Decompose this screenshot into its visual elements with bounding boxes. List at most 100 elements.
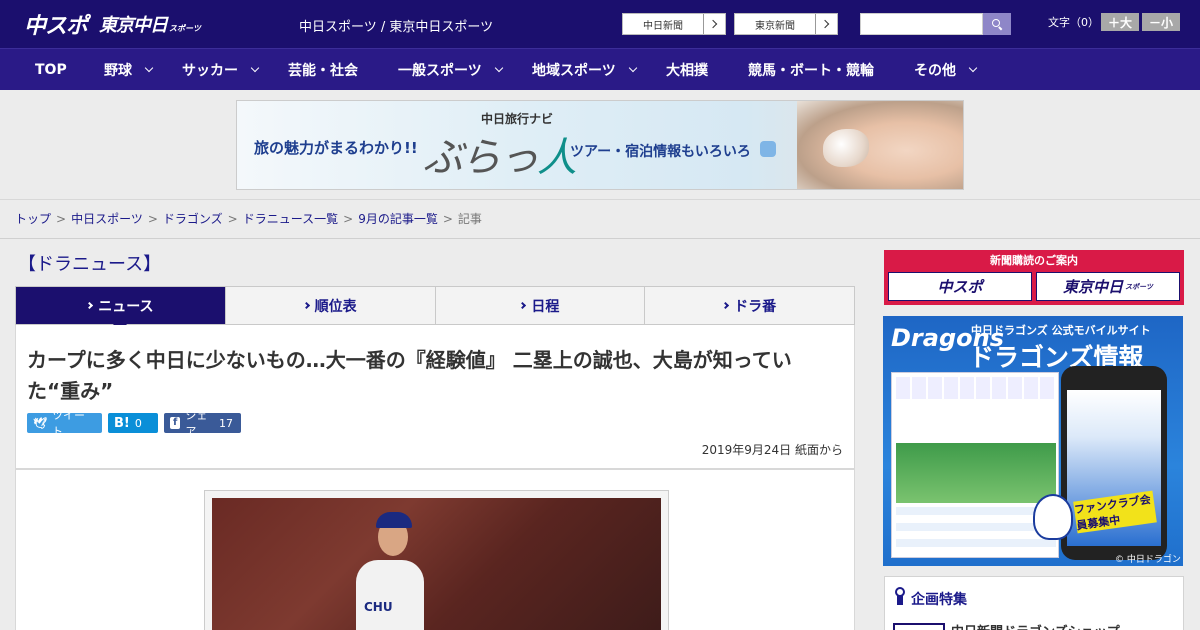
breadcrumb-chunichi-sports[interactable]: 中日スポーツ bbox=[71, 212, 143, 226]
nav-item-entertainment[interactable]: 芸能・社会 bbox=[288, 49, 358, 91]
logo-chuspo: 中スポ bbox=[24, 14, 88, 39]
nav-item-top[interactable]: TOP bbox=[35, 49, 67, 91]
paper-name: 東京中日 bbox=[1063, 278, 1124, 296]
breadcrumb-separator: > bbox=[147, 212, 158, 226]
section-title: 【ドラニュース】 bbox=[18, 254, 162, 275]
font-smaller-button[interactable]: －小 bbox=[1142, 13, 1180, 31]
twitter-bird-icon: 🕊 bbox=[33, 416, 47, 430]
breadcrumb-dragons[interactable]: ドラゴンズ bbox=[163, 212, 223, 226]
breadcrumb-top[interactable]: トップ bbox=[15, 212, 51, 226]
paper-link-label: 中日新聞 bbox=[643, 20, 683, 32]
tab-dora-ban[interactable]: ドラ番 bbox=[645, 287, 854, 324]
article-header: カープに多く中日に少ないもの…大一番の『経験値』 二塁上の誠也、大島が知っていた… bbox=[15, 325, 855, 469]
article-photo[interactable]: CHU bbox=[212, 498, 661, 630]
chevron-right-icon bbox=[722, 301, 730, 310]
breadcrumb-separator: > bbox=[343, 212, 354, 226]
chevron-right-icon bbox=[86, 301, 94, 310]
breadcrumb-september-list[interactable]: 9月の記事一覧 bbox=[358, 212, 438, 226]
nav-item-sumo[interactable]: 大相撲 bbox=[666, 49, 708, 91]
search-input[interactable] bbox=[860, 13, 983, 35]
facebook-label: シェア bbox=[185, 409, 208, 438]
nav-label: 野球 bbox=[104, 63, 132, 79]
tab-standings[interactable]: 順位表 bbox=[226, 287, 436, 324]
paper-name-small: スポーツ bbox=[1125, 282, 1153, 291]
section-tabs: ニュース 順位表 日程 ドラ番 bbox=[15, 286, 855, 332]
nav-item-general-sports[interactable]: 一般スポーツ bbox=[398, 49, 503, 91]
mascot-image bbox=[1033, 494, 1073, 540]
seashell-image bbox=[823, 129, 869, 167]
banner-brand-logo: ぶらっ人 bbox=[423, 135, 577, 181]
hatena-count: 0 bbox=[134, 416, 142, 430]
tab-label: 順位表 bbox=[314, 298, 357, 315]
site-header: 中スポ 東京中日 スポーツ 中日スポーツ / 東京中日スポーツ 中日新聞 東京新聞… bbox=[0, 0, 1200, 48]
paper-link-label: 東京新聞 bbox=[755, 20, 795, 32]
subscribe-chuspo-button[interactable]: 中スポ bbox=[888, 272, 1032, 301]
hatena-bookmark-button[interactable]: B! 0 bbox=[108, 413, 158, 433]
nav-label: サッカー bbox=[182, 63, 238, 79]
site-title[interactable]: 中日スポーツ / 東京中日スポーツ bbox=[299, 16, 493, 35]
banner-photo bbox=[797, 101, 963, 189]
font-larger-button[interactable]: ＋大 bbox=[1101, 13, 1139, 31]
banner-left-text: 旅の魅力がまるわかり!! bbox=[254, 139, 418, 157]
ad-scoreboard bbox=[896, 377, 1056, 399]
search-box bbox=[860, 13, 1011, 35]
facebook-icon: f bbox=[170, 417, 181, 429]
player-cap bbox=[376, 512, 412, 528]
main-nav: TOP 野球 サッカー 芸能・社会 一般スポーツ 地域スポーツ 大相撲 競馬・ボ… bbox=[0, 48, 1200, 90]
tokyo-shimbun-link[interactable]: 東京新聞 bbox=[734, 13, 838, 35]
nav-label: 一般スポーツ bbox=[398, 63, 482, 79]
nav-label: その他 bbox=[914, 63, 956, 79]
subscription-box: 新聞購読のご案内 中スポ 東京中日 スポーツ bbox=[884, 250, 1184, 305]
dragons-mobile-ad[interactable]: Dragons 中日ドラゴンズ 公式モバイルサイト ドラゴンズ情報 ファンクラブ… bbox=[883, 316, 1183, 566]
ad-baseball-field bbox=[896, 443, 1056, 503]
nav-label: TOP bbox=[35, 62, 67, 78]
chevron-down-icon bbox=[628, 63, 637, 73]
nav-item-others[interactable]: その他 bbox=[914, 49, 978, 91]
nav-label: 大相撲 bbox=[666, 63, 708, 79]
breadcrumb-dra-news-list[interactable]: ドラニュース一覧 bbox=[243, 212, 338, 226]
chevron-down-icon bbox=[144, 63, 154, 73]
nav-label: 地域スポーツ bbox=[532, 63, 616, 79]
hatena-icon: B! bbox=[114, 415, 130, 431]
breadcrumb-separator: > bbox=[227, 212, 238, 226]
site-logo[interactable]: 中スポ 東京中日 スポーツ bbox=[24, 9, 201, 39]
chevron-down-icon bbox=[494, 63, 503, 73]
ad-credit: © 中日ドラゴンズ bbox=[1115, 555, 1181, 565]
font-size-label: 文字（0） bbox=[1048, 16, 1099, 29]
pointing-hand-icon bbox=[760, 141, 776, 157]
tweet-button[interactable]: 🕊 ツイート bbox=[27, 409, 102, 438]
ribbon-icon bbox=[895, 587, 905, 605]
feature-box: 企画特集 中日新聞ドラゴンズショップ bbox=[884, 576, 1184, 630]
nav-item-regional-sports[interactable]: 地域スポーツ bbox=[532, 49, 637, 91]
search-button[interactable] bbox=[983, 13, 1011, 35]
player-figure bbox=[356, 560, 424, 630]
article-date: 2019年9月24日 紙面から bbox=[701, 443, 843, 457]
tab-schedule[interactable]: 日程 bbox=[436, 287, 646, 324]
player-jersey-text: CHU bbox=[364, 600, 393, 614]
chevron-right-icon bbox=[703, 14, 725, 34]
tab-label: ニュース bbox=[98, 298, 154, 315]
breadcrumb: トップ > 中日スポーツ > ドラゴンズ > ドラニュース一覧 >9月の記事一覧 > 記事 bbox=[15, 210, 482, 227]
nav-item-soccer[interactable]: サッカー bbox=[182, 49, 260, 91]
search-icon bbox=[991, 18, 1003, 30]
subscribe-tokyo-chunichi-button[interactable]: 東京中日 スポーツ bbox=[1036, 272, 1180, 301]
breadcrumb-separator: > bbox=[442, 212, 453, 226]
nav-item-baseball[interactable]: 野球 bbox=[104, 49, 154, 91]
feature-thumbnail[interactable] bbox=[893, 623, 945, 630]
breadcrumb-current: 記事 bbox=[457, 212, 482, 226]
tab-news[interactable]: ニュース bbox=[16, 287, 226, 332]
chevron-right-icon bbox=[519, 301, 527, 310]
feature-item-link[interactable]: 中日新聞ドラゴンズショップ bbox=[951, 621, 1120, 630]
tab-label: 日程 bbox=[531, 298, 560, 315]
chunichi-shimbun-link[interactable]: 中日新聞 bbox=[622, 13, 726, 35]
travel-ad-banner[interactable]: 旅の魅力がまるわかり!! 中日旅行ナビ ぶらっ人 ツアー・宿泊情報もいろいろ bbox=[236, 100, 964, 190]
chevron-down-icon bbox=[968, 63, 978, 73]
article-headline: カープに多く中日に少ないもの…大一番の『経験値』 二塁上の誠也、大島が知っていた… bbox=[27, 348, 792, 403]
nav-label: 芸能・社会 bbox=[288, 63, 358, 79]
tab-label: ドラ番 bbox=[734, 298, 777, 315]
ad-scoreboard-screen bbox=[891, 372, 1059, 558]
photo-frame: CHU bbox=[204, 490, 669, 630]
facebook-share-button[interactable]: f シェア 17 bbox=[164, 409, 241, 438]
nav-item-racing[interactable]: 競馬・ボート・競輪 bbox=[748, 49, 874, 91]
banner-right-text: ツアー・宿泊情報もいろいろ bbox=[570, 144, 751, 160]
